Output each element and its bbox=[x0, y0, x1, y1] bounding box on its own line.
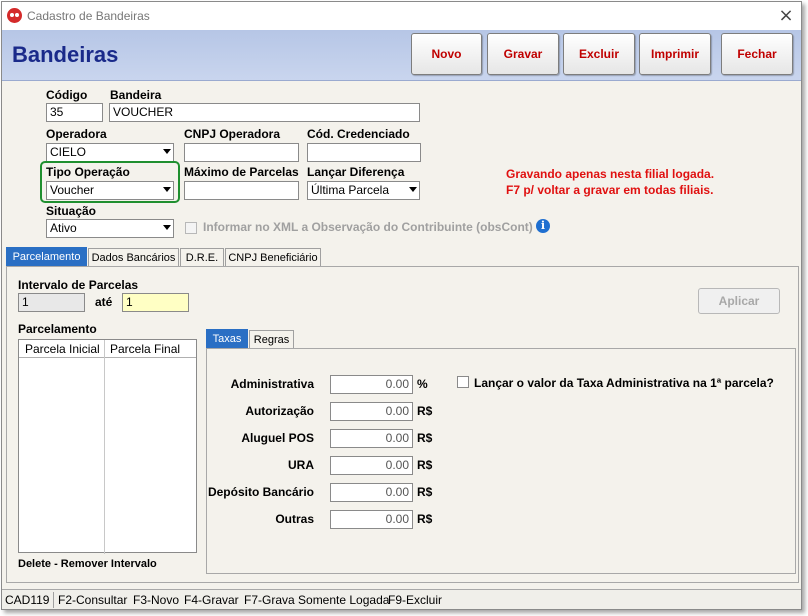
fechar-button[interactable]: Fechar bbox=[721, 33, 793, 75]
situacao-value: Ativo bbox=[50, 221, 77, 235]
cnpj-operadora-label: CNPJ Operadora bbox=[184, 127, 281, 141]
excluir-button-label: Excluir bbox=[578, 47, 620, 61]
intervalo-to-field[interactable]: 1 bbox=[122, 293, 189, 312]
app-icon bbox=[7, 8, 22, 23]
informar-xml-label: Informar no XML a Observação do Contribu… bbox=[203, 220, 533, 234]
operadora-label: Operadora bbox=[46, 127, 107, 141]
taxa-unit: R$ bbox=[417, 512, 433, 526]
page-title: Bandeiras bbox=[12, 42, 119, 67]
tab-cnpj-beneficiario[interactable]: CNPJ Beneficiário bbox=[225, 248, 321, 267]
taxa-label: Autorização bbox=[245, 404, 314, 418]
title-bar: Cadastro de Bandeiras × bbox=[2, 2, 801, 30]
status-screen-code: CAD119 bbox=[5, 593, 50, 607]
status-separator bbox=[53, 592, 54, 608]
close-icon[interactable]: × bbox=[775, 5, 797, 27]
lancar-diferenca-label: Lançar Diferença bbox=[307, 165, 405, 179]
novo-button[interactable]: Novo bbox=[411, 33, 482, 75]
col-parcela-inicial[interactable]: Parcela Inicial bbox=[25, 342, 100, 356]
imprimir-button[interactable]: Imprimir bbox=[639, 33, 711, 75]
taxa-unit: R$ bbox=[417, 431, 433, 445]
maximo-parcelas-label: Máximo de Parcelas bbox=[184, 165, 299, 179]
status-f9: F9-Excluir bbox=[388, 593, 443, 607]
cod-credenciado-field[interactable] bbox=[307, 143, 421, 162]
taxa-value-field[interactable]: 0.00 bbox=[330, 402, 413, 421]
taxa-unit: R$ bbox=[417, 485, 433, 499]
imprimir-button-label: Imprimir bbox=[650, 47, 699, 61]
fechar-button-label: Fechar bbox=[737, 47, 777, 61]
maximo-parcelas-field[interactable] bbox=[184, 181, 299, 200]
codigo-label: Código bbox=[46, 88, 88, 102]
chevron-down-icon[interactable] bbox=[163, 225, 171, 230]
taxa-value-field[interactable]: 0.00 bbox=[330, 483, 413, 502]
aplicar-label: Aplicar bbox=[718, 294, 760, 308]
taxa-label: Outras bbox=[275, 512, 314, 526]
status-f7: F7-Grava Somente Logada bbox=[244, 593, 390, 607]
taxa-value-field[interactable]: 0.00 bbox=[330, 456, 413, 475]
tab-parcelamento[interactable]: Parcelamento bbox=[6, 247, 87, 266]
tipo-operacao-label: Tipo Operação bbox=[46, 165, 130, 179]
operadora-value: CIELO bbox=[50, 145, 87, 159]
taxa-unit: % bbox=[417, 377, 428, 391]
taxa-value-field[interactable]: 0.00 bbox=[330, 510, 413, 529]
cnpj-operadora-field[interactable] bbox=[184, 143, 299, 162]
intervalo-label: Intervalo de Parcelas bbox=[18, 278, 139, 292]
delete-hint: Delete - Remover Intervalo bbox=[18, 558, 157, 570]
gravar-button-label: Gravar bbox=[503, 47, 543, 61]
taxa-label: Administrativa bbox=[230, 377, 314, 391]
taxa-label: URA bbox=[288, 458, 314, 472]
window-title: Cadastro de Bandeiras bbox=[27, 9, 150, 23]
tab-regras[interactable]: Regras bbox=[249, 330, 294, 349]
lancar-diferenca-value: Última Parcela bbox=[311, 183, 390, 197]
parcelamento-list[interactable]: Parcela Inicial Parcela Final bbox=[18, 339, 197, 554]
taxa-label: Depósito Bancário bbox=[207, 485, 314, 499]
excluir-button[interactable]: Excluir bbox=[563, 33, 635, 75]
tipo-operacao-select[interactable]: Voucher bbox=[46, 181, 174, 200]
tipo-operacao-value: Voucher bbox=[50, 183, 95, 197]
bandeira-label: Bandeira bbox=[110, 88, 162, 102]
chevron-down-icon[interactable] bbox=[163, 149, 171, 154]
tab-taxas[interactable]: Taxas bbox=[206, 329, 248, 348]
taxa-value-field[interactable]: 0.00 bbox=[330, 375, 413, 394]
list-header: Parcela Inicial Parcela Final bbox=[19, 340, 196, 554]
status-f4: F4-Gravar bbox=[184, 593, 239, 607]
lancar-taxa-checkbox[interactable] bbox=[457, 376, 469, 388]
cadastro-bandeiras-window: Cadastro de Bandeiras × Bandeiras Novo G… bbox=[1, 1, 802, 610]
taxa-label: Aluguel POS bbox=[241, 431, 314, 445]
chevron-down-icon[interactable] bbox=[163, 187, 171, 192]
tab-dados-bancarios[interactable]: Dados Bancários bbox=[88, 248, 179, 267]
taxa-unit: R$ bbox=[417, 458, 433, 472]
cod-credenciado-label: Cód. Credenciado bbox=[307, 127, 410, 141]
status-f2: F2-Consultar bbox=[58, 593, 128, 607]
codigo-field[interactable]: 35 bbox=[46, 103, 103, 122]
situacao-label: Situação bbox=[46, 204, 97, 218]
col-parcela-final[interactable]: Parcela Final bbox=[110, 342, 180, 356]
informar-xml-checkbox[interactable] bbox=[185, 222, 197, 234]
chevron-down-icon[interactable] bbox=[409, 187, 417, 192]
column-divider bbox=[104, 340, 105, 554]
warning-line-2: F7 p/ voltar a gravar em todas filiais. bbox=[506, 183, 714, 197]
intervalo-from-field[interactable]: 1 bbox=[18, 293, 85, 312]
lancar-diferenca-select[interactable]: Última Parcela bbox=[307, 181, 420, 200]
tab-dre[interactable]: D.R.E. bbox=[180, 248, 224, 267]
operadora-select[interactable]: CIELO bbox=[46, 143, 174, 162]
status-bar: CAD119 F2-Consultar F3-Novo F4-Gravar F7… bbox=[2, 589, 801, 609]
novo-button-label: Novo bbox=[431, 47, 462, 61]
taxa-unit: R$ bbox=[417, 404, 433, 418]
status-f3: F3-Novo bbox=[133, 593, 180, 607]
taxa-value-field[interactable]: 0.00 bbox=[330, 429, 413, 448]
bandeira-field[interactable]: VOUCHER bbox=[109, 103, 420, 122]
warning-line-1: Gravando apenas nesta filial logada. bbox=[506, 167, 715, 181]
situacao-select[interactable]: Ativo bbox=[46, 219, 174, 238]
ate-label: até bbox=[95, 295, 113, 309]
parcelamento-list-label: Parcelamento bbox=[18, 322, 97, 336]
gravar-button[interactable]: Gravar bbox=[487, 33, 559, 75]
info-icon[interactable]: i bbox=[536, 219, 550, 233]
aplicar-button[interactable]: Aplicar bbox=[698, 288, 780, 314]
lancar-taxa-label: Lançar o valor da Taxa Administrativa na… bbox=[474, 376, 774, 390]
